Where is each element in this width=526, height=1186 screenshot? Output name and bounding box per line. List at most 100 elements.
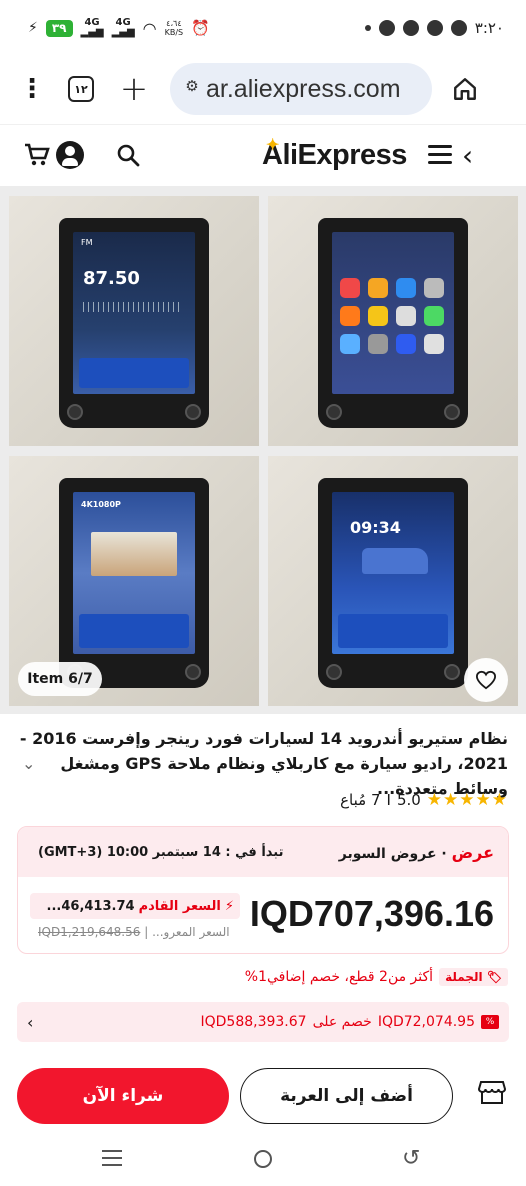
image-counter-badge: Item 6/7 — [18, 662, 102, 696]
heart-icon — [475, 670, 497, 690]
search-button[interactable] — [116, 143, 140, 171]
original-price: IQD1,219,648.56 — [38, 925, 141, 939]
original-price-row: السعر المعرو... | IQD1,219,648.56 — [38, 925, 230, 939]
network-label: 4G — [84, 17, 100, 28]
address-bar[interactable]: ⚙ ar.aliexpress.com — [170, 63, 432, 115]
new-tab-button[interactable]: + — [102, 69, 166, 109]
network-label-2: 4G — [115, 17, 131, 28]
current-price: IQD707,396.16 — [249, 893, 494, 934]
wishlist-button[interactable] — [464, 658, 508, 702]
status-right: ٣:٢٠ — [364, 19, 504, 37]
charging-icon: ⚡ — [28, 20, 38, 36]
tune-knob — [444, 404, 460, 420]
wifi-icon: ◠ — [142, 18, 157, 38]
facebook-icon — [402, 20, 419, 36]
head-unit-screen: FM 87.50 — [73, 232, 195, 394]
product-gallery[interactable]: FM 87.50 4K1080P 09:34 Item 6/7 — [0, 186, 526, 714]
coupon-threshold: IQD588,393.67 — [200, 1014, 307, 1030]
head-unit-screen: 09:34 — [332, 492, 454, 654]
bulk-tag-label: الجملة — [445, 970, 483, 984]
sold-count: 7 مُباع — [340, 791, 381, 809]
alarm-icon: ⏰ — [191, 19, 210, 37]
screen-clock: 09:34 — [350, 518, 401, 537]
back-chevron-icon[interactable]: ‹ — [462, 139, 473, 172]
add-to-cart-button[interactable]: أضف إلى العربة — [240, 1068, 453, 1124]
clock: ٣:٢٠ — [474, 19, 504, 37]
site-settings-icon[interactable]: ⚙ — [178, 77, 206, 101]
bulk-discount-text: أكثر من2 قطع، خصم إضافي1% — [244, 969, 434, 985]
recent-apps-button[interactable] — [102, 1150, 122, 1171]
signal-icon: 4G ▂▄▆ — [80, 17, 104, 38]
head-unit-image — [318, 218, 468, 428]
speed-value: ٤،٦٤ — [166, 19, 182, 28]
coupon-icon: % — [481, 1015, 499, 1029]
rating-separator: I — [386, 791, 391, 809]
url-text[interactable]: ar.aliexpress.com — [206, 75, 401, 104]
coupon-mid-text: خصم على — [312, 1014, 372, 1030]
coupon-row[interactable]: % IQD72,074.95 خصم على IQD588,393.67 › — [17, 1002, 509, 1042]
notification-dot — [364, 25, 371, 31]
screen-frequency: 87.50 — [83, 268, 140, 289]
tune-knob — [185, 404, 201, 420]
signal-icon-2: 4G ▂▄▆ — [111, 17, 135, 38]
home-nav-button[interactable] — [254, 1150, 272, 1168]
speed-unit: KB/S — [164, 28, 184, 37]
back-nav-button[interactable]: ↺ — [402, 1146, 420, 1171]
product-image-1[interactable]: FM 87.50 — [9, 196, 259, 446]
next-price-label: السعر القادم — [138, 898, 221, 914]
battery-indicator: ٣٩ — [45, 19, 73, 37]
head-unit-image: 09:34 — [318, 478, 468, 688]
whatsapp-icon — [450, 20, 467, 36]
tune-knob — [444, 664, 460, 680]
rating-value: 5.0 — [396, 791, 421, 809]
app-grid — [340, 278, 446, 354]
aliexpress-logo[interactable]: ✦ AliExpress — [262, 137, 407, 172]
action-bar: أضف إلى العربة شراء الآن — [0, 1066, 526, 1128]
cart-icon — [25, 143, 50, 166]
status-left: ⚡ ٣٩ 4G ▂▄▆ 4G ▂▄▆ ◠ ٤،٦٤ KB/S ⏰ — [28, 18, 210, 38]
coupon-discount: IQD72,074.95 — [377, 1014, 475, 1030]
buy-now-button[interactable]: شراء الآن — [17, 1068, 229, 1124]
lightning-icon: ⚡ — [224, 898, 234, 914]
deal-label: عرض · عروض السوبر — [338, 842, 494, 862]
deal-start-time: تبدأ في : 14 سبتمبر 10:00 (GMT+3) — [38, 844, 284, 860]
coupon-chevron-icon[interactable]: › — [27, 1013, 33, 1032]
logo-star-icon: ✦ — [266, 137, 279, 154]
store-icon — [477, 1081, 507, 1104]
browser-toolbar: ⋮ ١٢ + ⚙ ar.aliexpress.com — [0, 56, 526, 122]
product-image-2[interactable] — [268, 196, 518, 446]
head-unit-screen — [332, 232, 454, 394]
screen-radio-label: FM — [81, 238, 93, 247]
volume-knob — [326, 404, 342, 420]
star-rating-icon: ★★★★★ — [426, 790, 508, 810]
store-button[interactable] — [476, 1076, 508, 1112]
status-bar: ⚡ ٣٩ 4G ▂▄▆ 4G ▂▄▆ ◠ ٤،٦٤ KB/S ⏰ ٣:٢٠ — [0, 0, 526, 56]
menu-button[interactable] — [428, 145, 452, 169]
tune-knob — [185, 664, 201, 680]
snapchat-icon — [426, 20, 443, 36]
next-price-badge: ⚡ السعر القادم 46,413.74... — [30, 893, 240, 919]
volume-knob — [67, 404, 83, 420]
head-unit-screen: 4K1080P — [73, 492, 195, 654]
search-icon — [117, 144, 140, 167]
system-nav-bar: ↺ — [0, 1136, 526, 1186]
volume-knob — [326, 664, 342, 680]
super-deals-label: عروض السوبر — [338, 845, 437, 862]
tab-switcher-button[interactable]: ١٢ — [68, 76, 94, 102]
bulk-tag: 🏷 الجملة — [439, 968, 508, 986]
browser-menu-button[interactable]: ⋮ — [0, 76, 64, 102]
account-icon[interactable] — [56, 141, 84, 169]
screen-video-label: 4K1080P — [81, 500, 121, 509]
head-unit-image: FM 87.50 — [59, 218, 209, 428]
site-header: ✦ AliExpress ‹ — [0, 124, 526, 186]
messenger-icon — [378, 20, 395, 36]
rating-row[interactable]: ★★★★★ 5.0 I 7 مُباع — [340, 790, 508, 810]
logo-text: AliExpress — [262, 139, 407, 171]
home-button[interactable] — [432, 76, 498, 102]
speed-indicator: ٤،٦٤ KB/S — [165, 19, 184, 37]
cart-button[interactable] — [24, 143, 50, 171]
bulk-discount-row: 🏷 الجملة أكثر من2 قطع، خصم إضافي1% — [245, 968, 508, 986]
deal-header: عرض · عروض السوبر تبدأ في : 14 سبتمبر 10… — [18, 827, 508, 877]
expand-title-chevron-icon[interactable]: ⌄ — [22, 754, 35, 773]
offer-label: عرض — [451, 842, 494, 862]
